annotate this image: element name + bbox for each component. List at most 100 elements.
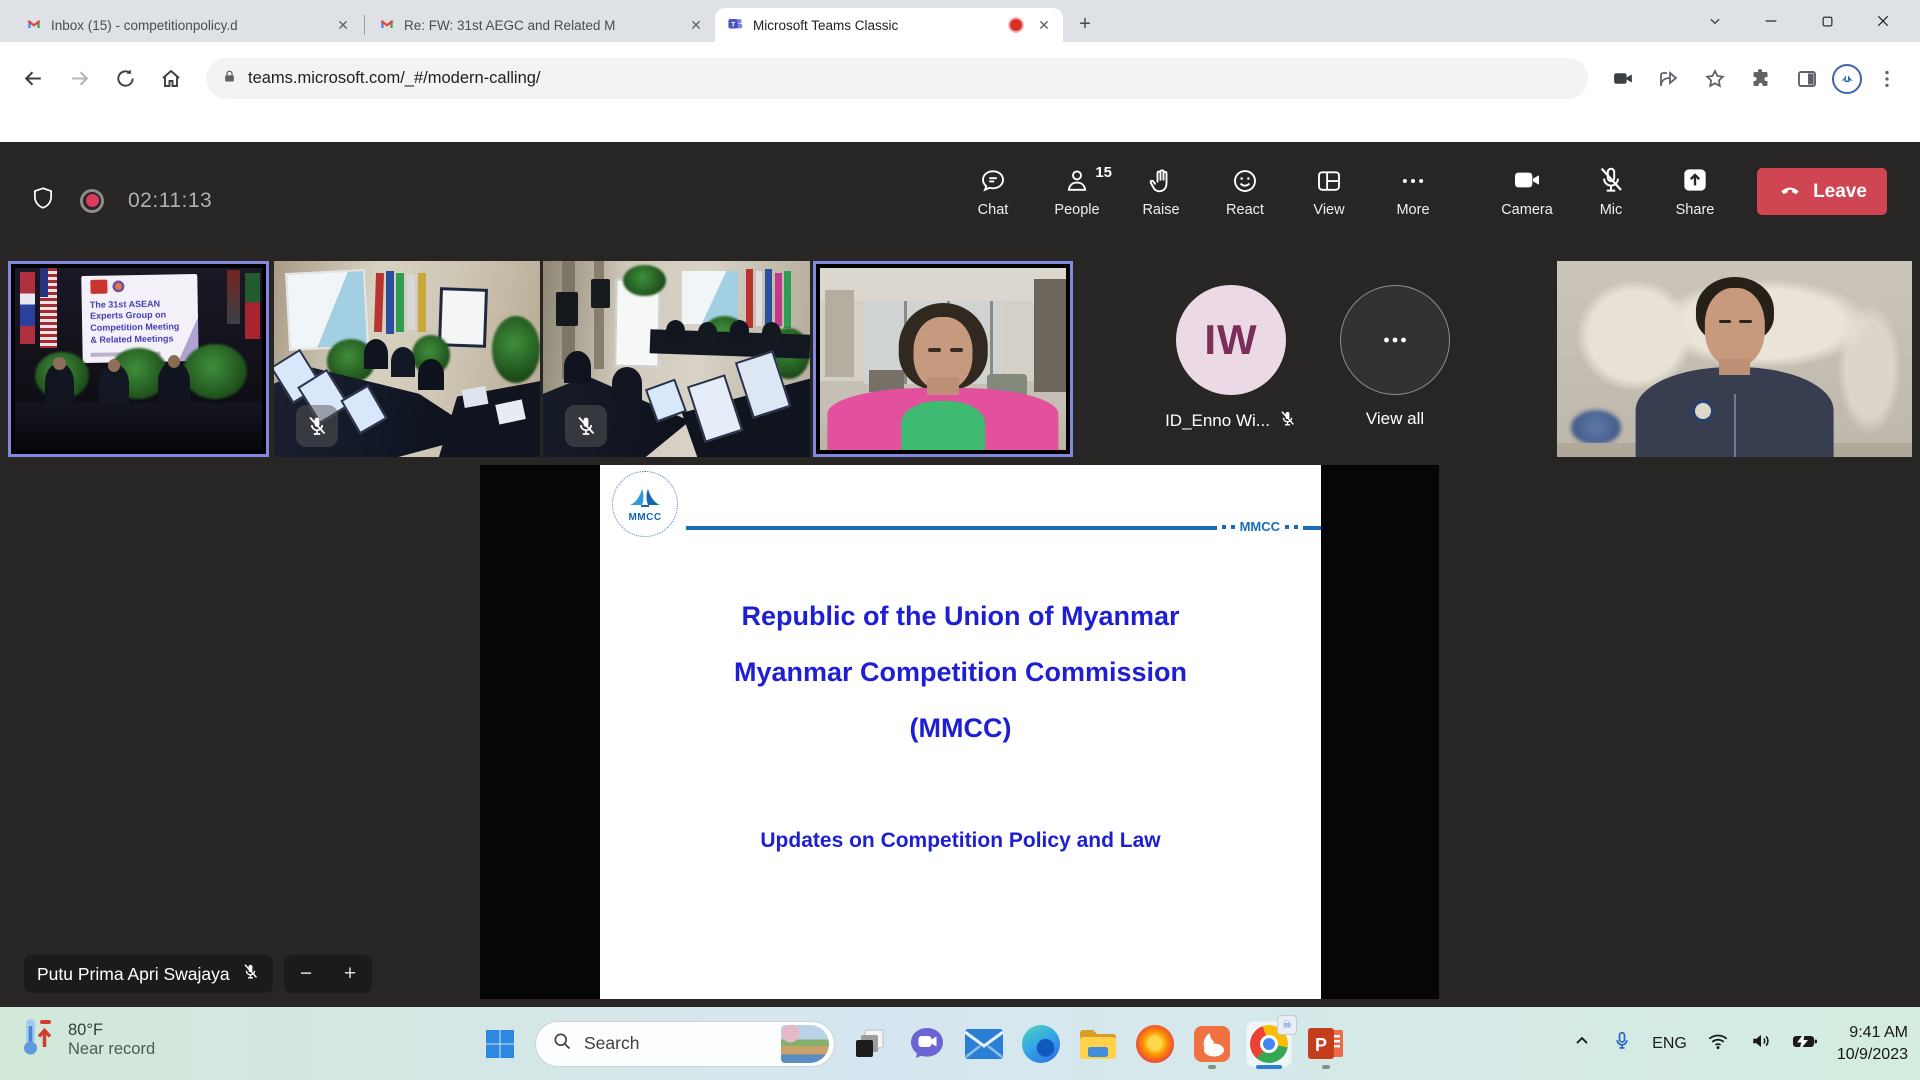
video-scene: The 31st ASEAN Experts Group on Competit… (15, 268, 262, 450)
firefox-browser-icon[interactable] (1133, 1022, 1177, 1066)
edge-browser-icon[interactable] (1019, 1022, 1063, 1066)
tab-title: Re: FW: 31st AEGC and Related M (404, 18, 676, 33)
reload-icon[interactable] (104, 58, 146, 100)
raise-hand-button[interactable]: Raise (1124, 164, 1198, 218)
weather-widget[interactable]: 80°F Near record (22, 1016, 155, 1063)
video-tile-speaker-pink[interactable] (813, 261, 1073, 457)
tab-teams-active[interactable]: T Microsoft Teams Classic ✕ (715, 8, 1063, 42)
tab-close-icon[interactable]: ✕ (685, 14, 707, 36)
tray-date: 10/9/2023 (1837, 1044, 1908, 1066)
gmail-icon (379, 16, 395, 35)
window-maximize-button[interactable] (1812, 6, 1842, 36)
react-button[interactable]: React (1208, 164, 1282, 218)
weather-temp: 80°F (68, 1021, 155, 1040)
task-view-button[interactable] (848, 1022, 892, 1066)
people-count-badge: 15 (1095, 164, 1112, 181)
profile-avatar[interactable] (1832, 64, 1862, 94)
tab-close-icon[interactable]: ✕ (1033, 14, 1055, 36)
volume-icon[interactable] (1749, 1030, 1773, 1057)
tab-inbox[interactable]: Inbox (15) - competitionpolicy.d ✕ (14, 8, 362, 42)
search-placeholder: Search (584, 1033, 639, 1054)
tab-title: Inbox (15) - competitionpolicy.d (51, 18, 323, 33)
camera-in-use-icon[interactable] (1602, 58, 1644, 100)
start-button[interactable] (478, 1022, 522, 1066)
new-tab-button[interactable]: + (1071, 10, 1099, 38)
search-icon (552, 1031, 572, 1056)
teams-call-page: 02:11:13 Chat 15 People Raise React V (0, 115, 1920, 1007)
powerpoint-app-icon[interactable]: P (1304, 1022, 1348, 1066)
video-tile-conference-2[interactable] (274, 261, 540, 457)
avatar-iw[interactable]: IW (1176, 285, 1286, 395)
mmcc-logo: MMCC (612, 471, 678, 537)
window-close-button[interactable] (1868, 6, 1898, 36)
tab-title: Microsoft Teams Classic (753, 18, 999, 33)
presentation-slide: MMCC MMCC Republic of the Union of Myanm… (600, 465, 1321, 999)
back-icon[interactable] (12, 58, 54, 100)
more-button[interactable]: More (1376, 164, 1450, 218)
presenter-name: Putu Prima Apri Swajaya (37, 964, 230, 985)
video-tile-speaker-right[interactable] (1557, 261, 1912, 457)
more-label: More (1396, 202, 1429, 218)
muted-overlay (296, 405, 338, 447)
tab-mail-thread[interactable]: Re: FW: 31st AEGC and Related M ✕ (367, 8, 715, 42)
file-explorer-icon[interactable] (1076, 1022, 1120, 1066)
tab-recording-indicator-icon (1008, 17, 1024, 33)
shared-screen-stage: MMCC MMCC Republic of the Union of Myanm… (480, 465, 1439, 999)
clock-widget[interactable]: 9:41 AM 10/9/2023 (1837, 1022, 1908, 1065)
window-minimize-button[interactable] (1756, 6, 1786, 36)
bookmark-star-icon[interactable] (1694, 58, 1736, 100)
chat-label: Chat (978, 202, 1009, 218)
video-scene (543, 261, 810, 457)
tab-close-icon[interactable]: ✕ (332, 14, 354, 36)
call-timer: 02:11:13 (128, 189, 212, 213)
search-daily-image[interactable] (781, 1025, 829, 1063)
view-all-button[interactable] (1340, 285, 1450, 395)
camera-button[interactable]: Camera (1490, 164, 1564, 218)
shield-icon (30, 184, 56, 217)
forward-icon[interactable] (58, 58, 100, 100)
search-box[interactable]: Search (535, 1021, 835, 1067)
chrome-browser-icon[interactable]: ☠ (1247, 1022, 1291, 1066)
taskbar-center: Search ☠ P (478, 1007, 1348, 1080)
slide-subtitle: Updates on Competition Policy and Law (600, 829, 1321, 853)
share-page-icon[interactable] (1648, 58, 1690, 100)
side-panel-icon[interactable] (1786, 58, 1828, 100)
mic-in-use-icon[interactable] (1611, 1028, 1633, 1059)
raise-hand-icon (1146, 164, 1176, 196)
gmail-icon (26, 16, 42, 35)
header-tag-text: MMCC (1240, 519, 1280, 534)
weather-desc: Near record (68, 1040, 155, 1059)
video-tile-conference-1[interactable]: The 31st ASEAN Experts Group on Competit… (8, 261, 269, 457)
battery-charging-icon[interactable] (1792, 1030, 1818, 1057)
extensions-icon[interactable] (1740, 58, 1782, 100)
address-bar[interactable]: teams.microsoft.com/_#/modern-calling/ (206, 58, 1588, 99)
share-button[interactable]: Share (1658, 164, 1732, 218)
video-scene (1557, 261, 1912, 457)
muted-overlay (565, 405, 607, 447)
view-all-text: View all (1366, 409, 1424, 429)
home-icon[interactable] (150, 58, 192, 100)
call-toolbar: Chat 15 People Raise React View More (956, 164, 1450, 218)
people-button[interactable]: 15 People (1040, 164, 1114, 218)
wifi-icon[interactable] (1706, 1030, 1730, 1057)
system-tray: ENG 9:41 AM 10/9/2023 (1572, 1007, 1908, 1080)
mail-app-icon[interactable] (962, 1022, 1006, 1066)
zoom-out-button[interactable]: − (289, 962, 323, 986)
view-button[interactable]: View (1292, 164, 1366, 218)
video-tile-conference-3[interactable] (543, 261, 810, 457)
raise-label: Raise (1142, 202, 1179, 218)
thermometer-icon (22, 1016, 56, 1063)
leave-label: Leave (1813, 181, 1867, 203)
rabbit-vpn-app-icon[interactable] (1190, 1022, 1234, 1066)
leave-button[interactable]: Leave (1757, 168, 1887, 215)
chat-button[interactable]: Chat (956, 164, 1030, 218)
zoom-in-button[interactable]: + (333, 962, 367, 986)
teams-chat-app-icon[interactable] (905, 1022, 949, 1066)
share-label: Share (1676, 202, 1715, 218)
tray-chevron-up-icon[interactable] (1572, 1031, 1592, 1056)
participant-name: ID_Enno Wi... (1165, 411, 1270, 431)
mic-button[interactable]: Mic (1574, 164, 1648, 218)
browser-menu-icon[interactable] (1866, 58, 1908, 100)
language-indicator[interactable]: ENG (1652, 1035, 1687, 1053)
tab-search-chevron-icon[interactable] (1700, 6, 1730, 36)
